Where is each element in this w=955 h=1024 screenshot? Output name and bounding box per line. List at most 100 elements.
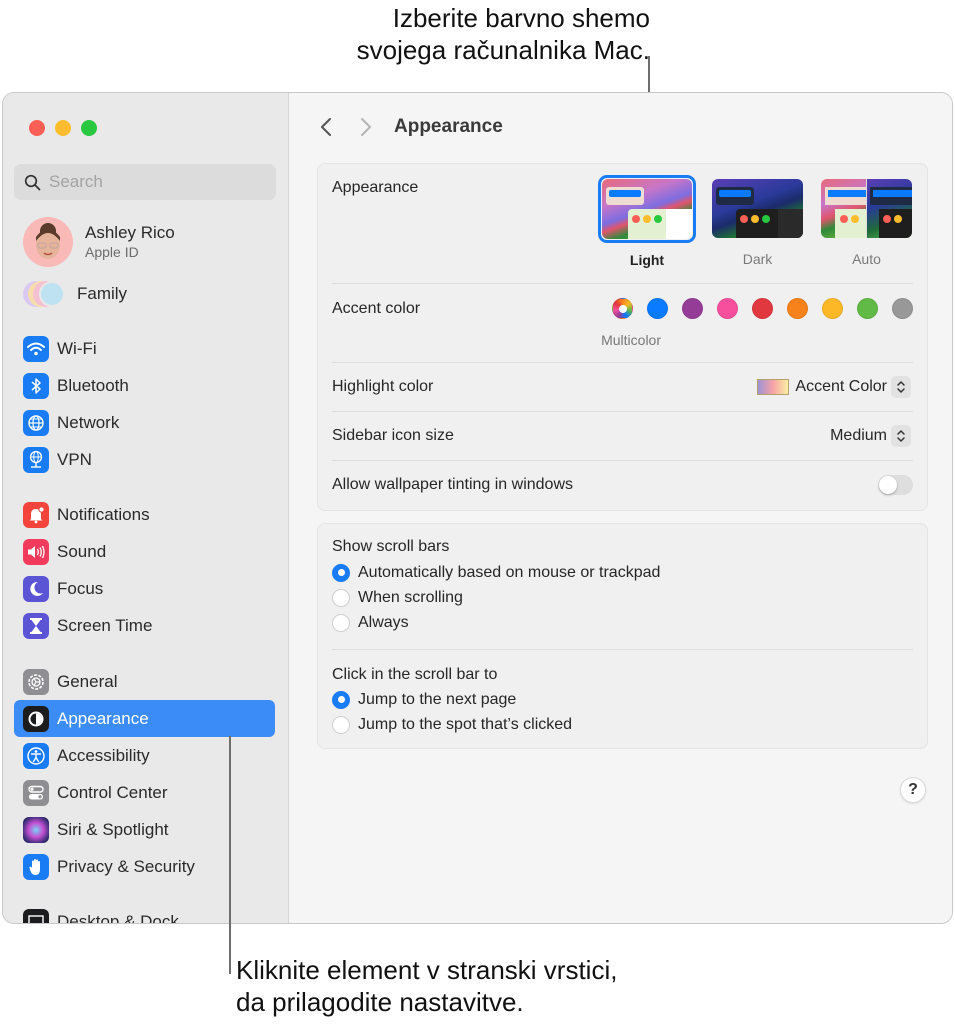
appearance-icon — [23, 705, 49, 732]
accent-swatch-yellow[interactable] — [822, 298, 843, 319]
hand-icon — [23, 853, 49, 880]
sidebar-item-label: Control Center — [57, 782, 168, 802]
sidebar-item-label: Notifications — [57, 504, 150, 524]
window-controls — [29, 120, 97, 136]
radio-scroll-always[interactable]: Always — [332, 610, 913, 635]
radio-label: Jump to the spot that’s clicked — [358, 715, 573, 733]
callout-bottom-line1: Kliknite element v stranski vrstici, — [236, 955, 618, 985]
sidebar-item-label: Appearance — [57, 708, 149, 728]
callout-top-line1: Izberite barvno shemo — [392, 3, 650, 33]
profile-name: Ashley Rico — [85, 223, 175, 242]
chevron-right-icon — [361, 118, 371, 136]
sidebar-item-label: Desktop & Dock — [57, 911, 179, 924]
light-mode-thumbnail — [602, 179, 692, 239]
gear-icon — [23, 668, 49, 695]
accent-color-row: Accent color Multicolor — [332, 284, 913, 363]
accent-color-label: Accent color — [332, 300, 421, 317]
forward-button[interactable] — [352, 113, 380, 141]
appearance-option-auto[interactable]: Auto — [821, 179, 912, 267]
toggles-icon — [23, 779, 49, 806]
radio-label: Automatically based on mouse or trackpad — [358, 563, 661, 581]
sidebar-item-label: VPN — [57, 449, 92, 469]
appearance-label: Appearance — [332, 179, 419, 196]
show-scroll-bars-row: Show scroll bars Automatically based on … — [332, 524, 913, 650]
sidebar-item-wifi[interactable]: Wi-Fi — [14, 330, 275, 367]
accent-swatch-green[interactable] — [857, 298, 878, 319]
callout-top-line2: svojega računalnika Mac. — [356, 35, 650, 65]
radio-scroll-when-scrolling[interactable]: When scrolling — [332, 585, 913, 610]
accessibility-icon — [23, 742, 49, 769]
appearance-option-dark[interactable]: Dark — [712, 179, 803, 267]
callout-sidebar: Kliknite element v stranski vrstici, da … — [236, 954, 736, 1018]
sidebar-item-desktop-dock[interactable]: Desktop & Dock — [14, 903, 275, 924]
sidebar-item-label: Screen Time — [57, 615, 153, 635]
sidebar-item-general[interactable]: General — [14, 663, 275, 700]
sidebar-item-family[interactable]: Family — [23, 281, 127, 307]
radio-button — [332, 563, 350, 582]
page-title: Appearance — [394, 116, 503, 137]
scroll-bar-settings-group: Show scroll bars Automatically based on … — [317, 523, 928, 749]
sidebar-icon-size-select[interactable]: Medium — [830, 425, 911, 447]
search-input[interactable] — [49, 172, 249, 192]
profile-subtitle: Apple ID — [85, 244, 139, 260]
appearance-row: Appearance Light Dark Auto — [332, 164, 913, 284]
accent-swatch-purple[interactable] — [682, 298, 703, 319]
sidebar-item-privacy-security[interactable]: Privacy & Security — [14, 848, 275, 885]
radio-label: Always — [358, 613, 409, 631]
accent-swatch-multicolor[interactable] — [612, 298, 633, 319]
search-field[interactable] — [14, 164, 276, 200]
appearance-option-light[interactable]: Light — [598, 175, 696, 268]
accent-swatch-graphite[interactable] — [892, 298, 913, 319]
radio-button — [332, 613, 350, 632]
zoom-button[interactable] — [81, 120, 97, 136]
sidebar-item-notifications[interactable]: Notifications — [14, 496, 275, 533]
sidebar-item-label: Sound — [57, 541, 107, 561]
highlight-color-preview — [757, 379, 790, 395]
sidebar-item-control-center[interactable]: Control Center — [14, 774, 275, 811]
appearance-option-label: Light — [629, 252, 665, 268]
close-button[interactable] — [29, 120, 45, 136]
sidebar-item-label: Focus — [57, 578, 104, 598]
toolbar: Appearance — [312, 113, 503, 141]
auto-mode-thumbnail — [821, 179, 912, 238]
highlight-color-select[interactable]: Accent Color — [757, 376, 911, 398]
sidebar-item-screen-time[interactable]: Screen Time — [14, 607, 275, 644]
appearance-option-label: Auto — [852, 251, 881, 267]
sidebar-icon-size-row: Sidebar icon size Medium — [332, 412, 913, 461]
chevron-up-down-icon — [891, 376, 911, 398]
sidebar-item-appearance[interactable]: Appearance — [14, 700, 275, 737]
radio-label: When scrolling — [358, 588, 463, 606]
sidebar-item-siri-spotlight[interactable]: Siri & Spotlight — [14, 811, 275, 848]
minimize-button[interactable] — [55, 120, 71, 136]
accent-swatch-red[interactable] — [752, 298, 773, 319]
sidebar-item-bluetooth[interactable]: Bluetooth — [14, 367, 275, 404]
bell-icon — [23, 501, 49, 528]
sidebar-item-label: General — [57, 671, 118, 691]
wallpaper-tinting-toggle[interactable] — [878, 475, 913, 495]
sidebar-item-network[interactable]: Network — [14, 404, 275, 441]
back-button[interactable] — [312, 113, 340, 141]
appearance-option-label: Dark — [742, 251, 773, 267]
help-button[interactable]: ? — [900, 777, 926, 803]
wifi-icon — [23, 335, 49, 362]
sidebar-item-accessibility[interactable]: Accessibility — [14, 737, 275, 774]
radio-jump-to-spot[interactable]: Jump to the spot that’s clicked — [332, 712, 913, 737]
speaker-icon — [23, 538, 49, 565]
radio-jump-next-page[interactable]: Jump to the next page — [332, 687, 913, 712]
sidebar-item-sound[interactable]: Sound — [14, 533, 275, 570]
sidebar-item-focus[interactable]: Focus — [14, 570, 275, 607]
highlight-color-value: Accent Color — [795, 378, 887, 395]
sidebar-item-vpn[interactable]: VPN — [14, 441, 275, 478]
apple-id-profile[interactable]: Ashley Rico Apple ID — [23, 217, 175, 267]
sidebar: Ashley Rico Apple ID Family Wi-Fi — [3, 93, 289, 923]
accent-swatch-pink[interactable] — [717, 298, 738, 319]
accent-swatch-blue[interactable] — [647, 298, 668, 319]
sidebar-icon-size-label: Sidebar icon size — [332, 427, 454, 444]
sidebar-item-label: Wi-Fi — [57, 338, 97, 358]
radio-button — [332, 588, 350, 607]
globe-icon — [23, 409, 49, 436]
radio-scroll-automatic[interactable]: Automatically based on mouse or trackpad — [332, 560, 913, 585]
moon-icon — [23, 575, 49, 602]
accent-swatch-orange[interactable] — [787, 298, 808, 319]
chevron-up-down-icon — [891, 425, 911, 447]
